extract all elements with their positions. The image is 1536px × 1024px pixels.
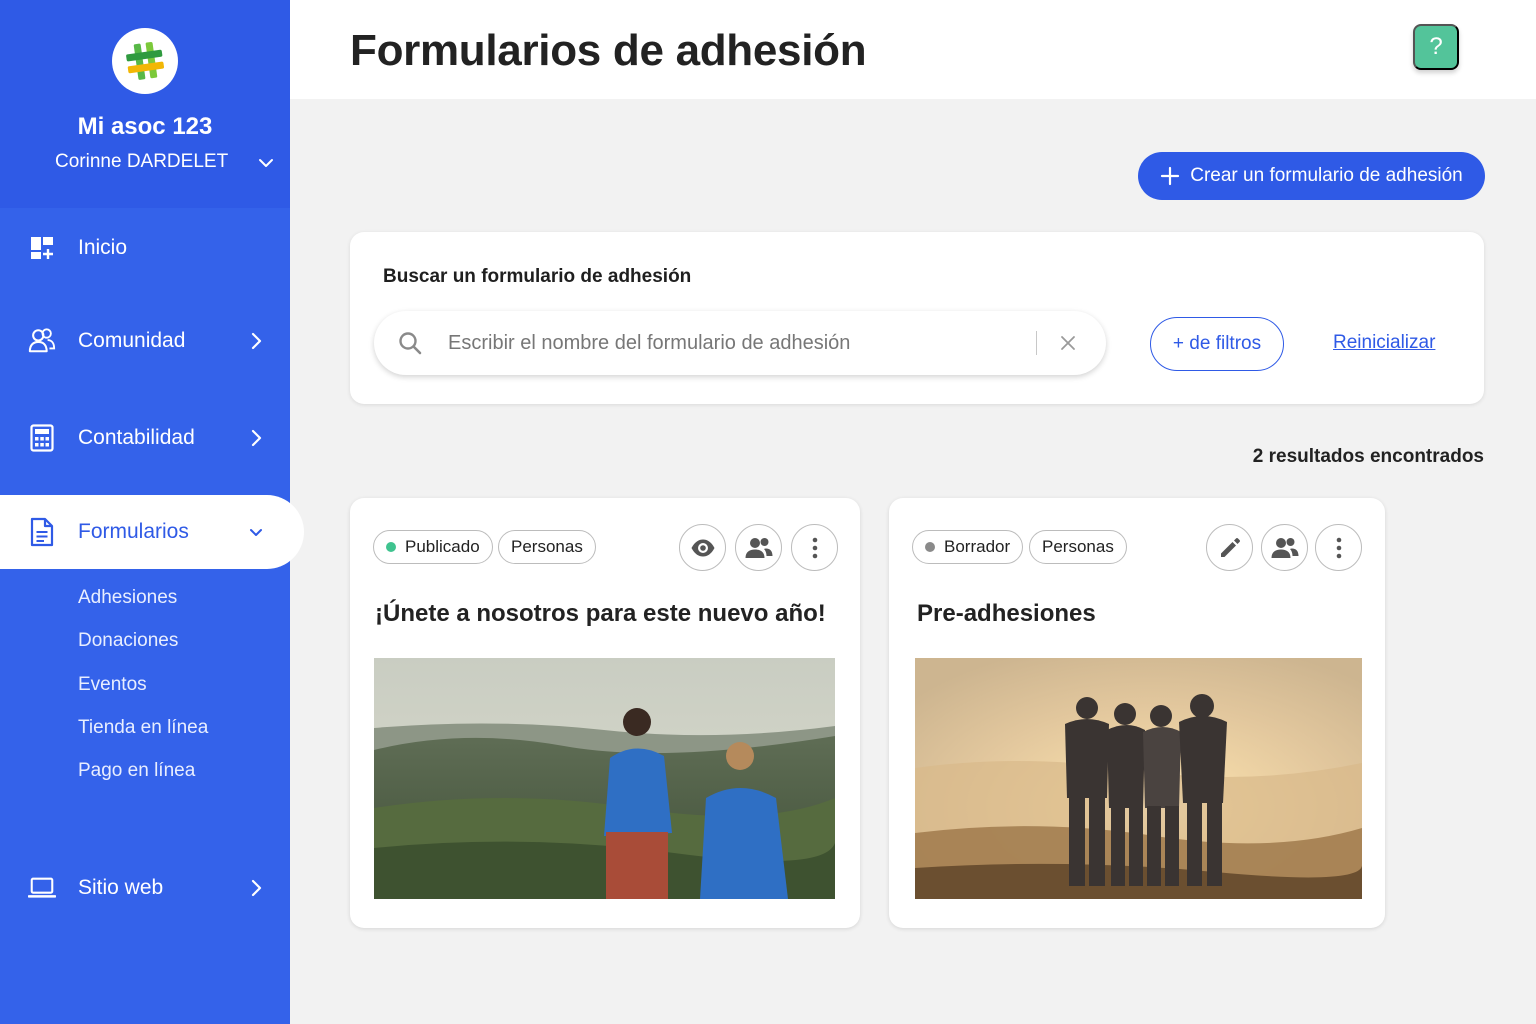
sidebar-item-label: Inicio bbox=[78, 236, 128, 259]
chevron-down-icon[interactable] bbox=[256, 153, 276, 173]
members-button[interactable] bbox=[1261, 524, 1308, 571]
chevron-right-icon bbox=[251, 879, 262, 897]
sidebar-item-label: Formularios bbox=[78, 520, 189, 543]
status-badge: Publicado bbox=[373, 530, 493, 564]
view-button[interactable] bbox=[679, 524, 726, 571]
more-filters-button[interactable]: + de filtros bbox=[1150, 317, 1284, 371]
more-options-button[interactable] bbox=[791, 524, 838, 571]
status-badge: Borrador bbox=[912, 530, 1024, 564]
sidebar-item-formularios[interactable]: Formularios bbox=[0, 495, 304, 569]
card-title[interactable]: ¡Únete a nosotros para este nuevo año! bbox=[375, 600, 826, 628]
close-icon[interactable] bbox=[1058, 333, 1078, 353]
laptop-icon bbox=[28, 874, 56, 902]
more-vertical-icon bbox=[812, 537, 817, 558]
search-input[interactable] bbox=[448, 325, 1028, 361]
create-form-button[interactable]: Crear un formulario de adhesión bbox=[1138, 152, 1485, 200]
dashboard-icon bbox=[28, 234, 56, 262]
card-title[interactable]: Pre-adhesiones bbox=[917, 600, 1096, 628]
search-separator bbox=[1036, 331, 1037, 355]
results-count: 2 resultados encontrados bbox=[1252, 446, 1484, 467]
sidebar-subitem-pago[interactable]: Pago en línea bbox=[78, 760, 195, 782]
sidebar-item-inicio[interactable]: Inicio bbox=[0, 218, 290, 278]
more-options-button[interactable] bbox=[1315, 524, 1362, 571]
search-box bbox=[374, 311, 1106, 375]
search-icon bbox=[399, 332, 422, 355]
sidebar-subitem-eventos[interactable]: Eventos bbox=[78, 674, 147, 696]
create-form-label: Crear un formulario de adhesión bbox=[1190, 165, 1463, 186]
audience-label: Personas bbox=[1042, 537, 1114, 556]
edit-button[interactable] bbox=[1206, 524, 1253, 571]
status-dot bbox=[386, 542, 396, 552]
sidebar-subitem-donaciones[interactable]: Donaciones bbox=[78, 630, 178, 652]
people-icon bbox=[1271, 537, 1298, 558]
sidebar-item-label: Contabilidad bbox=[78, 426, 195, 449]
pencil-icon bbox=[1220, 537, 1240, 557]
plus-icon bbox=[1161, 166, 1180, 186]
chevron-right-icon bbox=[251, 429, 262, 447]
reset-link[interactable]: Reinicializar bbox=[1333, 332, 1435, 354]
chevron-down-icon bbox=[250, 529, 262, 536]
status-label: Borrador bbox=[944, 537, 1011, 556]
hikers-landscape-image bbox=[374, 658, 835, 899]
form-card[interactable]: Borrador Personas Pre-adhesiones bbox=[889, 498, 1385, 928]
community-icon bbox=[28, 327, 56, 355]
members-button[interactable] bbox=[735, 524, 782, 571]
form-card[interactable]: Publicado Personas ¡Únete a nosotros par… bbox=[350, 498, 860, 928]
eye-icon bbox=[691, 539, 714, 556]
document-icon bbox=[28, 517, 56, 547]
chevron-right-icon bbox=[251, 332, 262, 350]
hashtag-logo-icon bbox=[126, 41, 165, 80]
sidebar-item-contabilidad[interactable]: Contabilidad bbox=[0, 408, 290, 468]
status-dot bbox=[925, 542, 935, 552]
page-title: Formularios de adhesión bbox=[350, 26, 867, 75]
help-label: ? bbox=[1429, 33, 1443, 60]
org-name: Mi asoc 123 bbox=[77, 113, 213, 140]
sidebar-item-label: Comunidad bbox=[78, 329, 186, 352]
audience-label: Personas bbox=[511, 537, 583, 556]
sidebar-header: Mi asoc 123 Corinne DARDELET bbox=[0, 0, 290, 208]
friends-sunset-image bbox=[915, 658, 1362, 899]
more-vertical-icon bbox=[1336, 537, 1341, 558]
sidebar-item-sitio-web[interactable]: Sitio web bbox=[0, 858, 290, 918]
help-button[interactable]: ? bbox=[1413, 24, 1459, 70]
audience-badge: Personas bbox=[1029, 530, 1127, 564]
user-name[interactable]: Corinne DARDELET bbox=[55, 151, 228, 173]
people-icon bbox=[745, 537, 772, 558]
card-image bbox=[374, 658, 835, 899]
top-bar: Formularios de adhesión ? bbox=[290, 0, 1536, 99]
calculator-icon bbox=[28, 424, 56, 452]
sidebar-subitem-tienda[interactable]: Tienda en línea bbox=[78, 717, 208, 739]
sidebar: Mi asoc 123 Corinne DARDELET Inicio Comu… bbox=[0, 0, 304, 1024]
search-panel: Buscar un formulario de adhesión + de fi… bbox=[350, 232, 1484, 404]
status-label: Publicado bbox=[405, 537, 480, 556]
org-logo[interactable] bbox=[112, 28, 178, 94]
sidebar-subitem-adhesiones[interactable]: Adhesiones bbox=[78, 587, 177, 609]
card-image bbox=[915, 658, 1362, 899]
search-title: Buscar un formulario de adhesión bbox=[383, 266, 692, 287]
sidebar-item-comunidad[interactable]: Comunidad bbox=[0, 311, 290, 371]
sidebar-item-label: Sitio web bbox=[78, 876, 164, 899]
audience-badge: Personas bbox=[498, 530, 596, 564]
